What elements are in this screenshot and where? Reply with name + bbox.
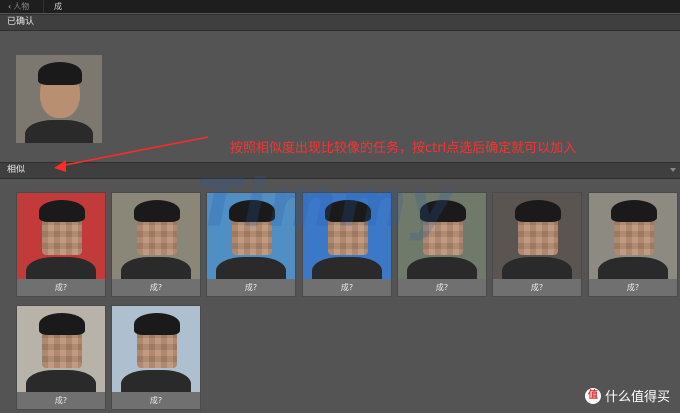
face-photo [16, 55, 102, 143]
tile-caption: 成? [303, 279, 391, 296]
tile-caption: 成? [398, 279, 486, 296]
photo-body [25, 256, 97, 279]
photo-body [501, 256, 573, 279]
face-photo [112, 306, 200, 392]
photo-body [215, 256, 287, 279]
current-person-name: 成 [54, 2, 62, 11]
face-photo [589, 193, 677, 279]
photo-hair [37, 62, 83, 85]
photo-body [120, 256, 192, 279]
photo-hair [39, 199, 85, 223]
photo-body [597, 256, 669, 279]
collapse-triangle-icon[interactable] [670, 168, 676, 172]
photo-hair [515, 199, 561, 223]
photo-body [25, 369, 97, 392]
similar-face-tile[interactable]: 成? [588, 192, 678, 297]
photo-hair [134, 312, 180, 336]
face-photo [112, 193, 200, 279]
face-photo [17, 306, 105, 392]
photo-body [120, 369, 192, 392]
photo-hair [134, 199, 180, 223]
tile-caption: 成? [17, 279, 105, 296]
photo-body [406, 256, 478, 279]
tile-caption: 成? [112, 279, 200, 296]
face-photo [493, 193, 581, 279]
photo-hair [611, 199, 657, 223]
tile-caption: 成? [17, 392, 105, 409]
tile-caption: 成? [493, 279, 581, 296]
photo-body [311, 256, 383, 279]
similar-face-tile[interactable]: 成? [111, 192, 201, 297]
confirmed-section-header: 已确认 [0, 14, 680, 31]
site-logo-text: 什么值得买 [604, 390, 670, 405]
similar-face-tile[interactable]: 成? [111, 305, 201, 410]
breadcrumb-divider [43, 0, 44, 13]
tile-caption: 成? [112, 392, 200, 409]
back-button[interactable]: ‹ 人物 [8, 1, 29, 12]
similar-face-tile[interactable]: 成? [16, 192, 106, 297]
face-photo [17, 193, 105, 279]
similar-face-tile[interactable]: 成? [492, 192, 582, 297]
photo-hair [39, 312, 85, 336]
logo-badge-icon: 值 [584, 387, 601, 404]
chevron-left-icon: ‹ [8, 2, 12, 11]
photo-body [24, 120, 94, 143]
tile-caption: 成? [207, 279, 295, 296]
site-logo: 值 什么值得买 [584, 386, 670, 405]
annotation-text: 按照相似度出现比较像的任务，按ctrl点选后确定就可以加入 [230, 141, 577, 156]
top-navigation-bar: ‹ 人物 成 [0, 0, 680, 13]
confirmed-face-thumbnail[interactable] [16, 55, 102, 143]
tile-caption: 成? [589, 279, 677, 296]
similar-section-title: 相似 [7, 165, 26, 175]
back-label: 人物 [13, 2, 30, 11]
watermark: Timmy [196, 165, 455, 242]
confirmed-section-title: 已确认 [7, 17, 35, 27]
similar-face-tile[interactable]: 成? [16, 305, 106, 410]
